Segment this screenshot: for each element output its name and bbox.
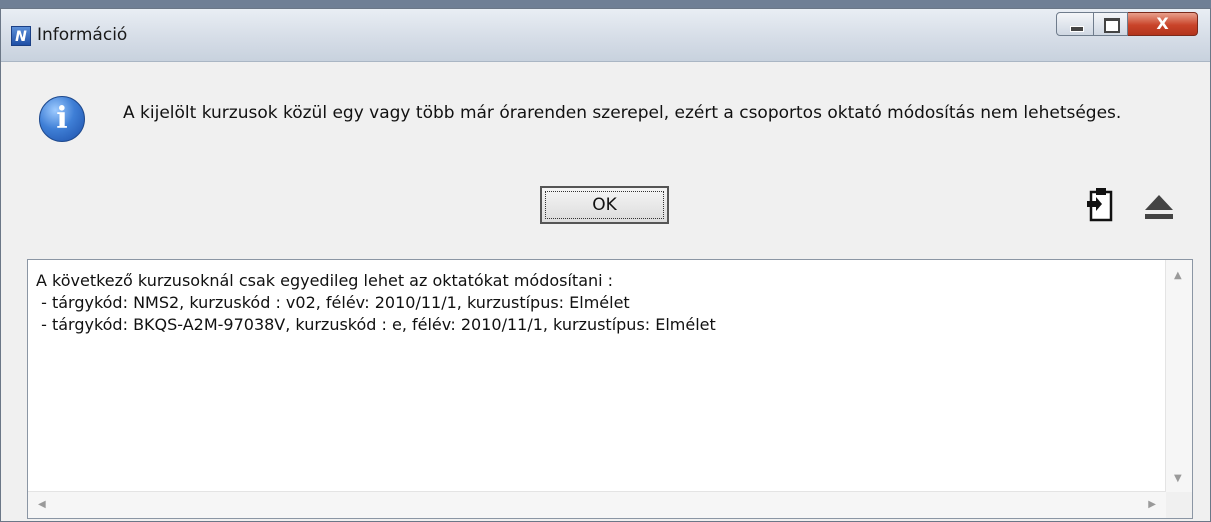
ok-button-label: OK [545, 191, 664, 219]
maximize-icon [1104, 18, 1120, 33]
maximize-button[interactable] [1094, 12, 1128, 36]
minimize-icon [1070, 26, 1084, 32]
title-bar: N Információ X [1, 9, 1210, 62]
window-title: Információ [37, 25, 128, 45]
minimize-button[interactable] [1056, 12, 1094, 36]
vertical-scrollbar[interactable]: ▲ ▼ [1165, 260, 1192, 492]
details-textbox[interactable]: A következő kurzusoknál csak egyedileg l… [27, 259, 1193, 519]
dialog-window: N Információ X i A kijelölt kurzusok köz… [0, 8, 1211, 522]
details-text: A következő kurzusoknál csak egyedileg l… [36, 270, 716, 336]
close-button[interactable]: X [1128, 12, 1198, 36]
scroll-right-icon[interactable]: ▶ [1148, 499, 1156, 510]
scroll-left-icon[interactable]: ◀ [38, 499, 46, 510]
app-icon: N [11, 26, 31, 46]
copy-to-clipboard-icon[interactable] [1085, 187, 1115, 223]
horizontal-scrollbar[interactable]: ◀ ▶ [28, 491, 1166, 518]
details-line: A következő kurzusoknál csak egyedileg l… [36, 271, 614, 290]
scroll-up-icon[interactable]: ▲ [1174, 270, 1182, 281]
scroll-down-icon[interactable]: ▼ [1174, 473, 1182, 484]
close-icon: X [1156, 14, 1169, 33]
details-line: - tárgykód: NMS2, kurzuskód : v02, félév… [36, 293, 630, 312]
details-line: - tárgykód: BKQS-A2M-97038V, kurzuskód :… [36, 315, 716, 334]
scrollbar-corner [1166, 492, 1192, 518]
dialog-message: A kijelölt kurzusok közül egy vagy több … [123, 103, 1122, 123]
ok-button[interactable]: OK [540, 186, 669, 224]
collapse-details-icon[interactable] [1142, 193, 1176, 221]
info-icon: i [39, 96, 85, 142]
window-controls: X [1056, 12, 1198, 40]
